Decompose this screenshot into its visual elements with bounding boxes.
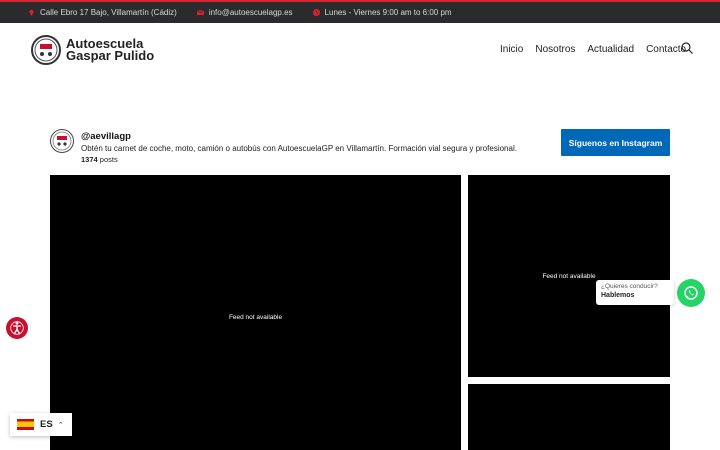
logo-line-2: Gaspar Pulido: [66, 48, 155, 63]
instagram-avatar[interactable]: [50, 129, 74, 153]
top-info-bar: Calle Ebro 17 Bajo, Villamartín (Cádiz) …: [0, 0, 720, 23]
envelope-icon: [196, 10, 204, 15]
site-header: Autoescuela Gaspar Pulido Inicio Nosotro…: [0, 23, 720, 75]
whatsapp-cta: Hablemos: [601, 292, 635, 299]
language-switcher[interactable]: ES ⌃: [10, 413, 72, 436]
feed-tile-top-right[interactable]: Feed not available: [468, 175, 670, 377]
posts-label: posts: [99, 155, 118, 164]
feed-tile-large[interactable]: Feed not available: [50, 175, 461, 450]
feed-tile-bottom-right[interactable]: [468, 384, 670, 450]
instagram-username[interactable]: @aevillagp: [81, 131, 131, 142]
email-text[interactable]: info@autoescuelagp.es: [209, 8, 293, 17]
nav-item-actualidad[interactable]: Actualidad: [587, 44, 634, 55]
instagram-bio: Obtén tu carnet de coche, moto, camión o…: [81, 144, 517, 153]
whatsapp-bubble[interactable]: ¿Quieres conducir? Hablemos: [596, 280, 674, 305]
language-code: ES: [40, 419, 53, 430]
instagram-posts-count: 1374 posts: [81, 155, 118, 164]
whatsapp-question: ¿Quieres conducir?: [601, 283, 658, 290]
feed-unavailable-text: Feed not available: [542, 272, 596, 280]
logo-emblem-icon: [31, 35, 61, 65]
spain-flag-icon: [17, 419, 34, 430]
nav-item-nosotros[interactable]: Nosotros: [535, 44, 575, 55]
address-item: Calle Ebro 17 Bajo, Villamartín (Cádiz): [28, 8, 177, 17]
feed-unavailable-text: Feed not available: [228, 314, 283, 321]
email-item[interactable]: info@autoescuelagp.es: [196, 8, 293, 17]
follow-instagram-button[interactable]: Síguenos en Instagram: [561, 129, 670, 156]
chevron-up-icon: ⌃: [57, 421, 64, 429]
location-pin-icon: [29, 9, 34, 16]
hours-item: Lunes - Viernes 9:00 am to 6:00 pm: [312, 8, 452, 17]
accessibility-button[interactable]: [6, 317, 28, 339]
whatsapp-icon: [684, 286, 698, 300]
address-text: Calle Ebro 17 Bajo, Villamartín (Cádiz): [40, 8, 177, 17]
accessibility-icon: [10, 321, 24, 335]
hours-text: Lunes - Viernes 9:00 am to 6:00 pm: [324, 8, 452, 17]
whatsapp-button[interactable]: [677, 279, 705, 307]
search-icon[interactable]: [681, 42, 693, 54]
site-logo[interactable]: Autoescuela Gaspar Pulido: [31, 35, 154, 65]
posts-number: 1374: [81, 155, 98, 164]
nav-item-inicio[interactable]: Inicio: [500, 44, 523, 55]
logo-text: Autoescuela Gaspar Pulido: [66, 37, 155, 63]
clock-icon: [312, 9, 320, 16]
main-nav: Inicio Nosotros Actualidad Contacto: [500, 44, 698, 55]
